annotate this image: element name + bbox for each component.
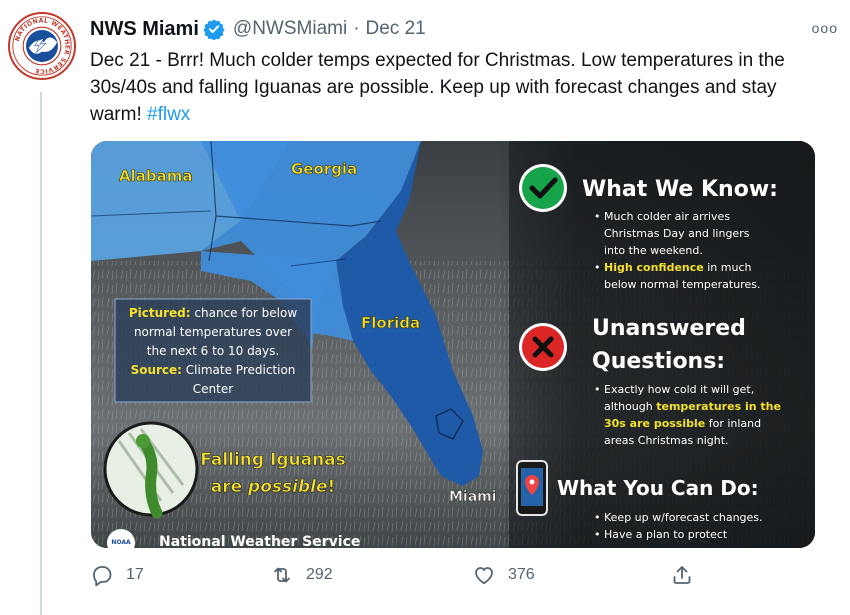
- unanswered-bullet-l4: areas Christmas night.: [604, 434, 729, 447]
- unanswered-title-line2: Questions:: [592, 349, 725, 374]
- unanswered-bullet-l2: although temperatures in the: [604, 400, 781, 413]
- know-bullet2-l1: • High confidence in much: [594, 261, 751, 274]
- retweet-button[interactable]: 292: [270, 563, 333, 587]
- tweet-body: Dec 21 - Brrr! Much colder temps expecte…: [90, 50, 785, 125]
- hashtag-link[interactable]: #flwx: [147, 104, 190, 125]
- reply-count: 17: [126, 566, 144, 583]
- retweet-count: 292: [306, 566, 333, 583]
- more-options-icon[interactable]: ooo: [812, 20, 838, 36]
- iguana-heading-line2: are possible!: [211, 477, 336, 497]
- like-count: 376: [508, 566, 535, 583]
- know-bullet2-l2: below normal temperatures.: [604, 278, 760, 291]
- avatar[interactable]: NATIONAL WEATHER SERVICE: [8, 12, 76, 80]
- info-box-line5: Center: [193, 382, 233, 396]
- share-button[interactable]: [670, 563, 694, 587]
- map-label-alabama: Alabama: [119, 167, 192, 185]
- know-bullet1-l3: into the weekend.: [604, 244, 703, 257]
- reply-icon: [90, 563, 114, 587]
- reply-button[interactable]: 17: [90, 563, 144, 587]
- unanswered-bullet-l1: • Exactly how cold it will get,: [594, 383, 754, 396]
- tweet-text: Dec 21 - Brrr! Much colder temps expecte…: [90, 47, 820, 128]
- tweet-date[interactable]: Dec 21: [366, 18, 426, 40]
- like-button[interactable]: 376: [472, 563, 535, 587]
- heart-icon: [472, 563, 496, 587]
- info-box-line1: Pictured: chance for below: [129, 306, 298, 320]
- noaa-logo-text: NOAA: [111, 539, 131, 546]
- tweet-image[interactable]: Alabama Georgia Florida Miami Pictured: …: [91, 141, 815, 548]
- tweet-header: NWS Miami @NWSMiami · Dec 21: [90, 16, 830, 42]
- cando-bullet2: • Have a plan to protect: [594, 528, 728, 541]
- map-label-florida: Florida: [361, 314, 420, 332]
- share-icon: [670, 563, 694, 587]
- nws-logo: NATIONAL WEATHER SERVICE: [11, 15, 73, 77]
- footer-label: National Weather Service: [159, 534, 360, 548]
- unanswered-title-line1: Unanswered: [592, 316, 746, 341]
- retweet-icon: [270, 563, 294, 587]
- cando-title: What You Can Do:: [557, 476, 759, 500]
- author-handle[interactable]: @NWSMiami: [233, 18, 347, 40]
- info-box-line3: the next 6 to 10 days.: [147, 344, 279, 358]
- iguana-heading-line1: Falling Iguanas: [200, 450, 346, 470]
- cando-bullet1: • Keep up w/forecast changes.: [594, 511, 763, 524]
- author-name[interactable]: NWS Miami: [90, 18, 199, 41]
- map-label-georgia: Georgia: [291, 160, 357, 178]
- forecast-graphic: Alabama Georgia Florida Miami Pictured: …: [91, 141, 815, 548]
- know-title: What We Know:: [582, 177, 778, 202]
- verified-badge-icon: [203, 18, 225, 41]
- map-label-miami: Miami: [449, 489, 497, 505]
- know-bullet1-l1: • Much colder air arrives: [594, 210, 730, 223]
- unanswered-bullet-l3: 30s are possible for inland: [604, 417, 761, 430]
- info-box-line2: normal temperatures over: [134, 325, 292, 339]
- info-box-line4: Source: Climate Prediction: [131, 363, 296, 377]
- tweet-actions: 17 292 376: [90, 563, 710, 593]
- header-separator: ·: [353, 18, 360, 39]
- know-bullet1-l2: Christmas Day and lingers: [604, 227, 750, 240]
- thread-line: [40, 92, 42, 615]
